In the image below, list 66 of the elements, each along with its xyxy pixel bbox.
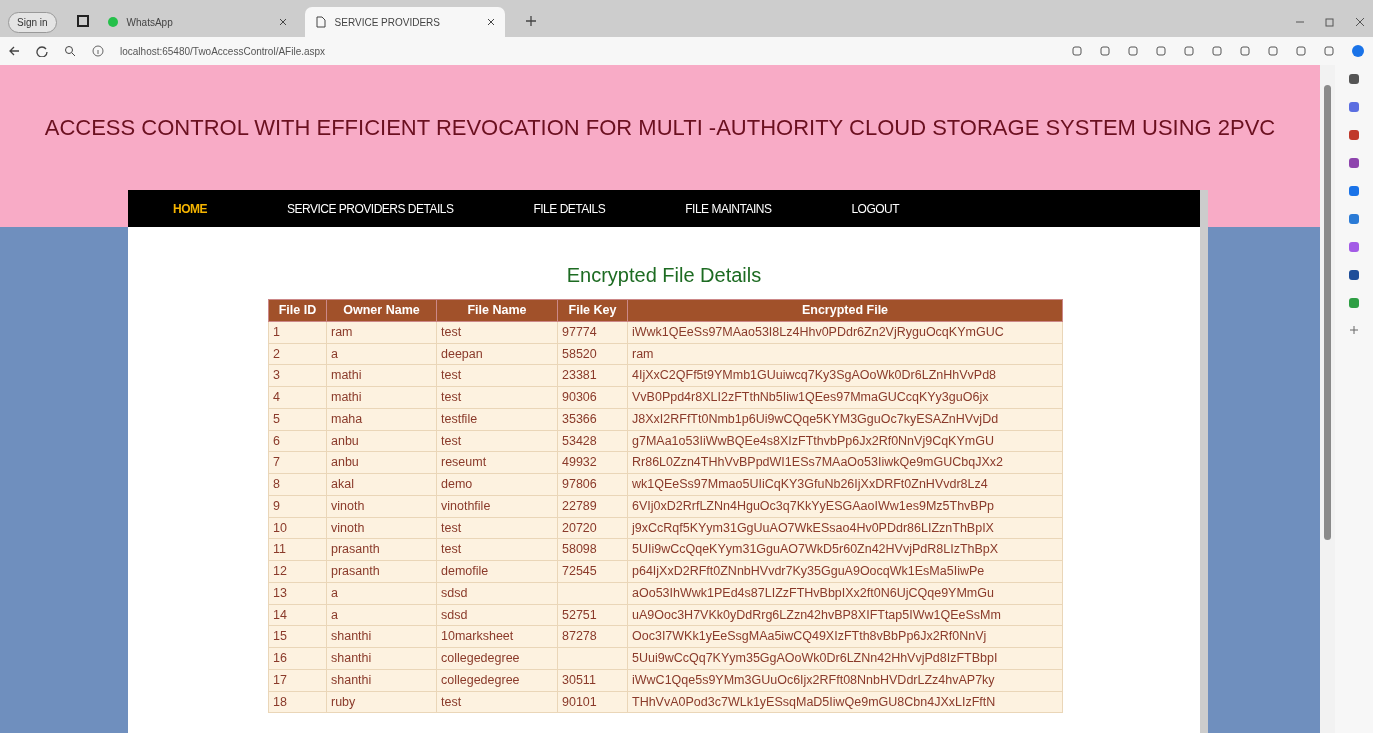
- browser-tab[interactable]: SERVICE PROVIDERS: [304, 7, 505, 37]
- table-cell: 5UIi9wCcQqeKYym31GguAO7WkD5r60Zn42HVvjPdR8LIzThBpX: [627, 538, 1063, 561]
- page-title: ACCESS CONTROL WITH EFFICIENT REVOCATION FOR MULTI -AUTHORITY CLOUD STORAGE SYSTEM USING 2PVC: [43, 114, 1277, 142]
- column-header: File ID: [268, 299, 327, 322]
- table-cell: p64IjXxD2RFft0ZNnbHVvdr7Ky35GguA9OocqWk1EsMa5IiwPe: [627, 560, 1063, 583]
- table-cell: 3: [268, 364, 327, 387]
- table-cell: aOo53IhWwk1PEd4s87LIZzFTHvBbpIXx2ft0N6UjCQqe9YMmGu: [627, 582, 1063, 604]
- table-cell: wk1QEeSs97Mmao5UIiCqKY3GfuNb26IjXxDRFt0ZnHVvdr8Lz4: [627, 473, 1063, 496]
- refresh-icon[interactable]: [36, 45, 48, 57]
- table-cell: Ooc3I7WKk1yEeSsgMAa5iwCQ49XIzFTth8vBbPp6Jx2Rf0NnVj: [627, 625, 1063, 648]
- nav-link[interactable]: FILE DETAILS: [533, 199, 606, 218]
- table-cell: 2: [268, 343, 327, 365]
- tab-actions-icon[interactable]: [76, 15, 89, 27]
- nav-link[interactable]: HOME: [173, 199, 207, 218]
- column-header: File Name: [436, 299, 558, 322]
- table-cell: VvB0Ppd4r8XLI2zFTthNb5Iiw1QEes97MmaGUCcqKYy3guO6jx: [627, 386, 1063, 409]
- add-icon[interactable]: [1349, 325, 1359, 335]
- table-cell: 14: [268, 604, 327, 626]
- nav-link[interactable]: LOGOUT: [851, 199, 900, 218]
- table-cell: ram: [627, 343, 1063, 365]
- scrollbar[interactable]: [1320, 65, 1335, 733]
- close-icon[interactable]: [278, 18, 287, 26]
- table-cell: 15: [268, 625, 327, 648]
- page-icon: [314, 16, 327, 28]
- browser-tab[interactable]: WhatsApp: [96, 7, 297, 37]
- table-cell: j9xCcRqf5KYym31GgUuAO7WkESsao4Hv0PDdr86LIZznThBpIX: [627, 517, 1063, 539]
- tab-title: SERVICE PROVIDERS: [334, 15, 441, 30]
- table-cell: 1: [268, 321, 327, 343]
- table-cell: 18: [268, 691, 327, 713]
- table-cell: 5Uui9wCcQq7KYym35GgAOoWk0Dr6LZNn42HhVvjPd8IzFTBbpI: [627, 647, 1063, 670]
- sign-in-button[interactable]: Sign in: [8, 12, 57, 33]
- table-cell: 6: [268, 430, 327, 452]
- tab-title: WhatsApp: [126, 15, 174, 30]
- table-cell: THhVvA0Pod3c7WLk1yESsqMaD5IiwQe9mGU8Cbn4JXxLIzFftN: [627, 691, 1063, 713]
- nav-link[interactable]: FILE MAINTAINS: [685, 199, 772, 218]
- table-cell: 10: [268, 517, 327, 539]
- table-cell: 12: [268, 560, 327, 583]
- table-cell: 4IjXxC2QFf5t9YMmb1GUuiwcq7Ky3SgAOoWk0Dr6LZnHhVvPd8: [627, 364, 1063, 387]
- table-cell: Rr86L0Zzn4THhVvBPpdWI1ESs7MAaOo53IiwkQe9mGUCbqJXx2: [627, 451, 1063, 474]
- info-icon[interactable]: [92, 45, 104, 57]
- table-cell: 4: [268, 386, 327, 409]
- chat-icon: [106, 16, 119, 28]
- table-cell: 5: [268, 408, 327, 430]
- column-header: Owner Name: [326, 299, 437, 322]
- table-cell: iWwC1Qqe5s9YMm3GUuOc6Ijx2RFft08NnbHVDdrLZz4hvAP7ky: [627, 669, 1063, 691]
- close-icon[interactable]: [486, 18, 495, 26]
- new-tab-icon[interactable]: [524, 15, 537, 27]
- table-cell: iWwk1QEeSs97MAao53I8Lz4Hhv0PDdr6Zn2VjRyguOcqKYmGUC: [627, 321, 1063, 343]
- column-header: Encrypted File: [627, 299, 1063, 322]
- column-header: File Key: [557, 299, 628, 322]
- table-cell: 8: [268, 473, 327, 496]
- table-cell: 11: [268, 538, 327, 561]
- back-icon[interactable]: [8, 45, 20, 57]
- table-cell: J8XxI2RFfTt0Nmb1p6Ui9wCQqe5KYM3GguOc7kyESAZnHVvjDd: [627, 408, 1063, 430]
- table-cell: 9: [268, 495, 327, 517]
- close-icon[interactable]: [1355, 17, 1365, 27]
- section-heading: Encrypted File Details: [565, 263, 763, 288]
- restore-icon[interactable]: [1325, 17, 1335, 27]
- table-cell: 6VIj0xD2RrfLZNn4HguOc3q7KkYyESGAaoIWw1es9Mz5ThvBPp: [627, 495, 1063, 517]
- nav-link[interactable]: SERVICE PROVIDERS DETAILS: [287, 199, 454, 218]
- table-cell: 13: [268, 582, 327, 604]
- table-cell: 16: [268, 647, 327, 670]
- table-cell: 17: [268, 669, 327, 691]
- table-cell: g7MAa1o53IiWwBQEe4s8XIzFTthvbPp6Jx2Rf0NnVj9CqKYmGU: [627, 430, 1063, 452]
- table-cell: uA9Ooc3H7VKk0yDdRrg6LZzn42hvBP8XIFTtap5IWw1QEeSsMm: [627, 604, 1063, 626]
- table-cell: 7: [268, 451, 327, 474]
